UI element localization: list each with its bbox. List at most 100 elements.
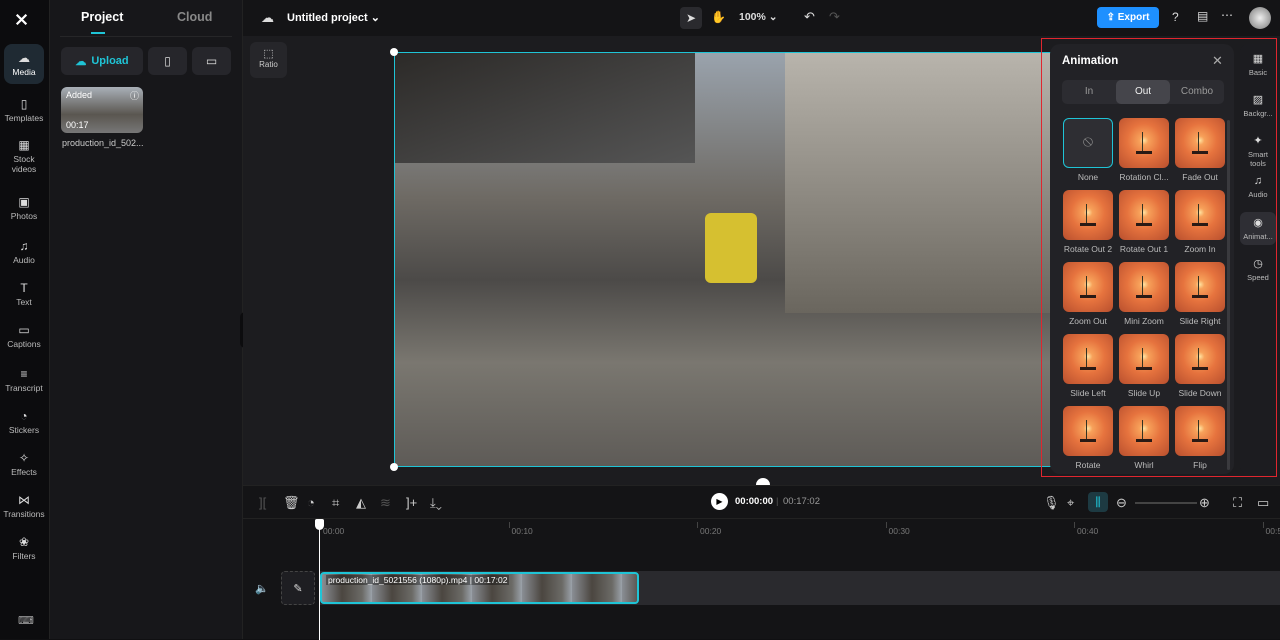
- video-clip[interactable]: production_id_5021556 (1080p).mp4 | 00:1…: [320, 572, 639, 604]
- rail-item-media[interactable]: ☁Media: [4, 44, 44, 84]
- cover-edit-button[interactable]: ✎: [281, 571, 315, 605]
- redo-icon[interactable]: ↷: [829, 9, 840, 25]
- rail-item-photos[interactable]: ▣Photos: [4, 188, 44, 228]
- rail-item-stock-videos[interactable]: ▦Stock videos: [4, 132, 44, 180]
- animation-zoom-in[interactable]: [1175, 190, 1225, 240]
- tab-in[interactable]: In: [1062, 80, 1116, 104]
- animation-label: Mini Zoom: [1114, 316, 1174, 326]
- right-rail-smart-tools[interactable]: ✦Smart tools: [1240, 134, 1276, 168]
- upload-button[interactable]: ☁Upload: [61, 47, 143, 75]
- crop-icon[interactable]: ⌗: [332, 495, 339, 511]
- undo-icon[interactable]: ↶: [804, 9, 815, 25]
- feedback-icon[interactable]: ▭: [1257, 495, 1269, 511]
- keyboard-icon[interactable]: ⌨: [18, 614, 34, 627]
- info-icon[interactable]: ⓘ: [130, 89, 139, 102]
- rail-item-text[interactable]: TText: [4, 274, 44, 314]
- rail-item-captions[interactable]: ▭Captions: [4, 316, 44, 356]
- clip-name: production_id_5021556 (1080p).mp4: [328, 575, 467, 585]
- animation-zoom-out[interactable]: [1063, 262, 1113, 312]
- play-button[interactable]: ▶: [711, 493, 728, 510]
- snap-icon[interactable]: ⌖: [1067, 495, 1074, 511]
- scrollbar[interactable]: [1227, 120, 1230, 470]
- resize-handle[interactable]: [390, 48, 398, 56]
- rail-item-templates[interactable]: ▯Templates: [4, 90, 44, 130]
- media-thumbnail[interactable]: Added ⓘ 00:17: [61, 87, 143, 133]
- download-icon[interactable]: ⤓⌄: [430, 495, 442, 511]
- project-title[interactable]: Untitled project ⌄: [287, 11, 380, 24]
- playhead[interactable]: [319, 520, 320, 640]
- animation-slide-down[interactable]: [1175, 334, 1225, 384]
- zoom-slider[interactable]: [1135, 502, 1197, 504]
- rail-item-filters[interactable]: ❀Filters: [4, 528, 44, 568]
- fit-icon[interactable]: ⛶: [1233, 495, 1242, 511]
- animation-rotate[interactable]: [1063, 406, 1113, 456]
- right-rail-basic[interactable]: ▦Basic: [1240, 52, 1276, 77]
- tick-label: 00:30: [889, 526, 910, 536]
- rail-item-stickers[interactable]: ◔Stickers: [4, 402, 44, 442]
- rail-item-label: Media: [12, 67, 35, 77]
- link-toggle[interactable]: ⫼: [1088, 492, 1108, 512]
- chevron-down-icon: ⌄: [371, 12, 380, 24]
- zoom-select[interactable]: 100% ⌄: [739, 11, 778, 23]
- cloud-icon: ☁: [261, 10, 274, 26]
- split-icon[interactable]: ][: [259, 495, 266, 510]
- trim-icon[interactable]: ]+: [406, 495, 417, 510]
- mirror-icon[interactable]: ≋: [380, 495, 391, 511]
- animation-fade-out[interactable]: [1175, 118, 1225, 168]
- tab-cloud[interactable]: Cloud: [177, 10, 212, 24]
- delete-icon[interactable]: 🗑: [283, 495, 300, 511]
- resize-handle[interactable]: [390, 463, 398, 471]
- playhead-handle[interactable]: [315, 519, 324, 530]
- animation-mini-zoom[interactable]: [1119, 262, 1169, 312]
- top-bar: ☁ Untitled project ⌄ ➤ ✋ 100% ⌄ ↶ ↷ ⇪ Ex…: [243, 0, 1280, 36]
- animation-rotate-out-2[interactable]: [1063, 190, 1113, 240]
- animation-rotate-out-1[interactable]: [1119, 190, 1169, 240]
- export-button[interactable]: ⇪ Export: [1097, 7, 1159, 28]
- photos-icon: ▣: [18, 195, 29, 209]
- sailboat-hull: [1080, 439, 1096, 442]
- audio-icon: ♫: [1240, 175, 1276, 187]
- flip-icon[interactable]: ◭: [356, 495, 366, 511]
- ratio-button[interactable]: ⬚Ratio: [250, 42, 287, 78]
- rail-item-label: Templates: [5, 113, 44, 123]
- animation-rotation-cl-[interactable]: [1119, 118, 1169, 168]
- animation-whirl[interactable]: [1119, 406, 1169, 456]
- right-rail-backgr[interactable]: ▨Backgr...: [1240, 93, 1276, 118]
- record-button[interactable]: ▭: [192, 47, 231, 75]
- rail-item-audio[interactable]: ♫Audio: [4, 232, 44, 272]
- close-icon[interactable]: ✕: [1212, 53, 1223, 69]
- hand-tool-icon[interactable]: ✋: [711, 10, 726, 24]
- tab-out[interactable]: Out: [1116, 80, 1170, 104]
- right-rail-audio[interactable]: ♫Audio: [1240, 175, 1276, 199]
- tab-project[interactable]: Project: [81, 10, 123, 24]
- freeze-icon[interactable]: ◔: [307, 495, 315, 510]
- effects-icon: ✧: [19, 451, 29, 465]
- added-badge: Added: [66, 90, 92, 100]
- rail-item-transitions[interactable]: ⋈Transitions: [4, 486, 44, 526]
- select-tool-button[interactable]: ➤: [680, 7, 702, 29]
- tab-combo[interactable]: Combo: [1170, 80, 1224, 104]
- ratio-label: Ratio: [259, 60, 278, 69]
- rail-item-transcript[interactable]: ≡Transcript: [4, 360, 44, 400]
- video-preview[interactable]: [394, 52, 1054, 467]
- more-icon[interactable]: ⋯: [1221, 8, 1233, 22]
- animat-icon: ◉: [1240, 216, 1276, 229]
- animation-slide-left[interactable]: [1063, 334, 1113, 384]
- rail-item-effects[interactable]: ✧Effects: [4, 444, 44, 484]
- animation-slide-up[interactable]: [1119, 334, 1169, 384]
- zoom-in-icon[interactable]: ⊕: [1199, 495, 1210, 511]
- sailboat-hull: [1136, 367, 1152, 370]
- storage-icon[interactable]: ▤: [1197, 9, 1208, 23]
- volume-icon[interactable]: 🔈: [255, 582, 269, 595]
- phone-upload-button[interactable]: ▯: [148, 47, 187, 75]
- right-rail-speed[interactable]: ◷Speed: [1240, 257, 1276, 282]
- right-rail-animat[interactable]: ◉Animat...: [1240, 212, 1276, 245]
- animation-slide-right[interactable]: [1175, 262, 1225, 312]
- zoom-out-icon[interactable]: ⊖: [1116, 495, 1127, 511]
- microphone-icon[interactable]: 🎙: [1043, 495, 1060, 511]
- avatar[interactable]: [1249, 7, 1271, 29]
- animation-flip[interactable]: [1175, 406, 1225, 456]
- animation-label: Whirl: [1114, 460, 1174, 470]
- animation-none[interactable]: ⦸: [1063, 118, 1113, 168]
- help-icon[interactable]: ?: [1172, 10, 1179, 24]
